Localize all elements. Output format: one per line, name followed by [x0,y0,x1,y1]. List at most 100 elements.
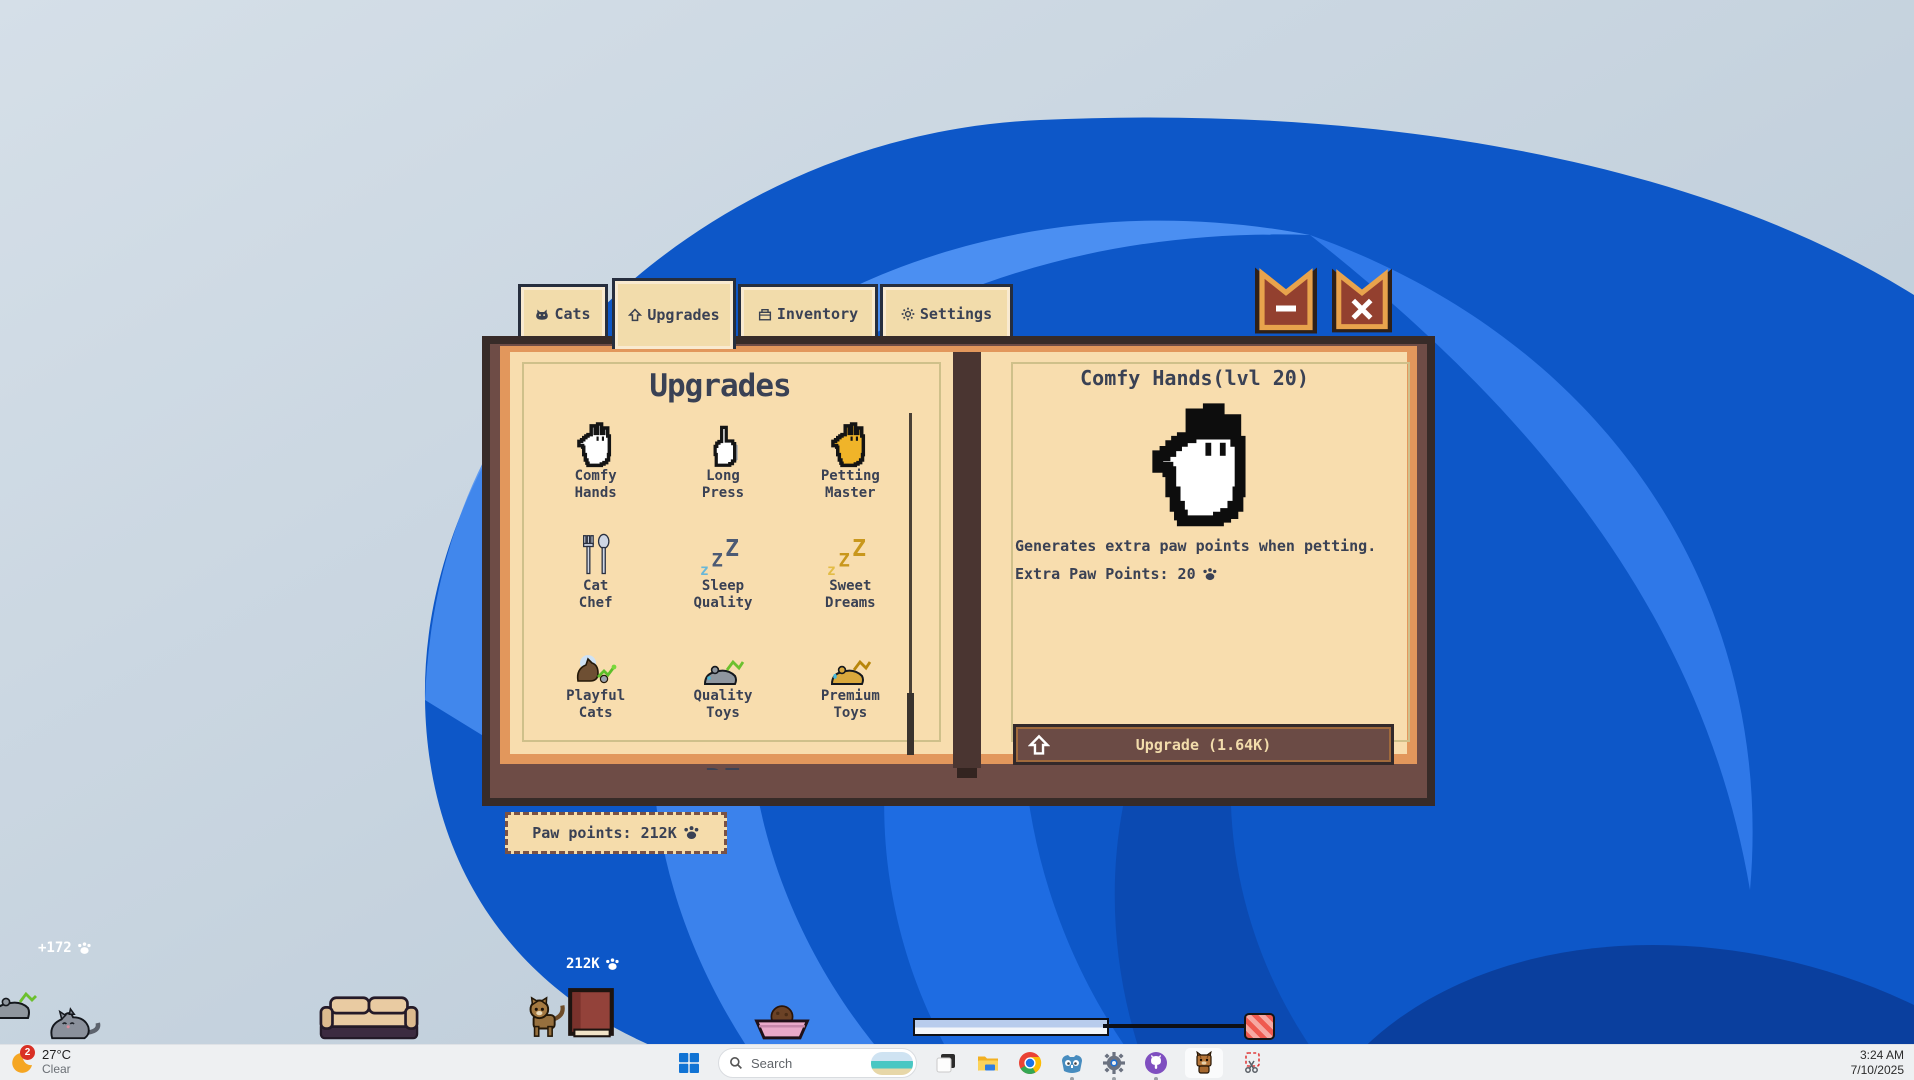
paw-icon [1202,568,1218,581]
svg-text:z: z [827,562,836,578]
zzz-blue-icon: z Z Z [700,534,746,578]
press-hand-icon [703,422,743,468]
taskbar-clock[interactable]: 3:24 AM 7/10/2025 [1851,1048,1904,1078]
svg-text:Z: Z [852,536,866,562]
brown-cat-sprite[interactable] [524,994,570,1040]
desktop: +172 212K [0,0,1914,1080]
upgrade-petting-master[interactable]: Petting Master [787,418,914,502]
upgrade-description: Generates extra paw points when petting. [1015,537,1376,555]
taskbar: 2 27°C Clear Search [0,1044,1914,1080]
book-pages: Upgrades Comfy Hands [510,352,1407,754]
red-book-sprite[interactable] [566,986,616,1040]
godot-icon [1060,1052,1084,1074]
tab-cats[interactable]: Cats [518,284,608,341]
paw-points-box: Paw points: 212K [505,812,727,854]
couch-sprite[interactable] [318,992,420,1042]
game-window: Upgrades Comfy Hands [482,336,1435,806]
upgrade-sleep-quality[interactable]: z Z Z Sleep Quality [659,528,786,612]
upgrade-comfy-hands[interactable]: Comfy Hands [532,418,659,502]
github-icon [1144,1051,1168,1075]
upgrade-long-press[interactable]: Long Press [659,418,786,502]
upgrades-grid: Comfy Hands Long Press [532,418,914,770]
mouse-gold-icon [826,658,874,688]
task-view-button[interactable] [933,1050,959,1076]
paw-icon [605,958,620,971]
search-icon [729,1056,743,1070]
gray-cat-sprite[interactable] [46,1004,104,1042]
upgrade-partial-palette[interactable] [532,748,659,770]
upgrade-detail-page: Comfy Hands(lvl 20) Generates extra paw … [981,352,1422,754]
upgrade-partial-de[interactable]: DE [659,748,786,770]
start-button[interactable] [676,1050,702,1076]
gold-hand-icon [828,420,872,468]
pixel-cat-icon [1192,1051,1216,1075]
clock-date: 7/10/2025 [1851,1063,1904,1078]
minimize-icon [1276,306,1296,312]
paw-gain-text: +172 [38,940,72,956]
gear-icon [901,307,915,321]
upgrade-playful-cats[interactable]: Playful Cats [532,638,659,722]
upgrade-detail-title: Comfy Hands(lvl 20) [981,366,1408,390]
chrome-icon [1018,1051,1042,1075]
tab-upgrades[interactable]: Upgrades [612,278,736,349]
mouse-toy-sprite[interactable] [0,992,38,1022]
cat-icon [535,308,549,321]
svg-text:Z: Z [711,550,722,571]
playful-cat-icon [572,652,620,688]
close-button[interactable] [1332,267,1392,334]
tab-cats-label: Cats [554,305,590,323]
upgrade-button-label: Upgrade (1.64K) [1136,736,1271,754]
upgrades-page: Upgrades Comfy Hands [510,352,953,754]
up-arrow-icon [1028,734,1050,756]
search-box[interactable]: Search [718,1048,917,1078]
cat-points-text: 212K [566,956,600,972]
svg-text:Z: Z [839,550,850,571]
upgrade-extra-points: Extra Paw Points: 20 [1015,565,1218,583]
tab-settings-label: Settings [920,305,992,323]
search-highlight-image[interactable] [871,1052,913,1075]
chrome-button[interactable] [1017,1050,1043,1076]
book-spine [953,352,981,768]
paw-gain-floater: +172 [38,940,92,956]
tab-upgrades-label: Upgrades [647,306,719,324]
zzz-gold-icon: z Z Z [827,534,873,578]
github-desktop-button[interactable] [1143,1050,1169,1076]
upgrade-quality-toys[interactable]: Quality Toys [659,638,786,722]
weather-condition: Clear [42,1062,71,1076]
weather-widget[interactable]: 2 27°C Clear [8,1047,71,1076]
inventory-box-icon [758,308,772,321]
scrollbar-thumb[interactable] [907,693,914,755]
upgrade-button[interactable]: Upgrade (1.64K) [1013,724,1394,765]
minimize-button[interactable] [1255,267,1317,334]
wand-string [1103,1024,1249,1028]
wand-stick[interactable] [913,1018,1109,1036]
tab-inventory[interactable]: Inventory [738,284,878,341]
wand-ball-toy[interactable] [1244,1013,1275,1040]
search-placeholder: Search [751,1056,863,1071]
mouse-gray-icon [699,658,747,688]
clock-time: 3:24 AM [1851,1048,1904,1063]
folder-icon [976,1052,1000,1074]
partial-upgrade-text: DE [705,763,741,770]
food-bowl-sprite[interactable] [752,1004,812,1040]
weather-temperature: 27°C [42,1047,71,1062]
upgrade-cat-chef[interactable]: Cat Chef [532,528,659,612]
paw-icon [77,942,92,955]
svg-text:Z: Z [725,536,739,562]
cat-game-button-active[interactable] [1185,1048,1223,1078]
file-explorer-button[interactable] [975,1050,1001,1076]
book-spine-tab [957,768,977,778]
tab-settings[interactable]: Settings [880,284,1013,341]
snipping-tool-button[interactable] [1239,1050,1265,1076]
upgrade-premium-toys[interactable]: Premium Toys [787,638,914,722]
settings-button[interactable] [1101,1050,1127,1076]
gear-icon [1102,1051,1126,1075]
upgrade-sweet-dreams[interactable]: z Z Z Sweet Dreams [787,528,914,612]
cat-points-floater: 212K [566,956,620,972]
godot-button[interactable] [1059,1050,1085,1076]
tab-inventory-label: Inventory [777,305,858,323]
task-view-icon [935,1052,957,1074]
palette-icon [574,768,618,770]
white-hand-icon [574,420,618,468]
comfy-hands-large-icon [1143,398,1265,528]
